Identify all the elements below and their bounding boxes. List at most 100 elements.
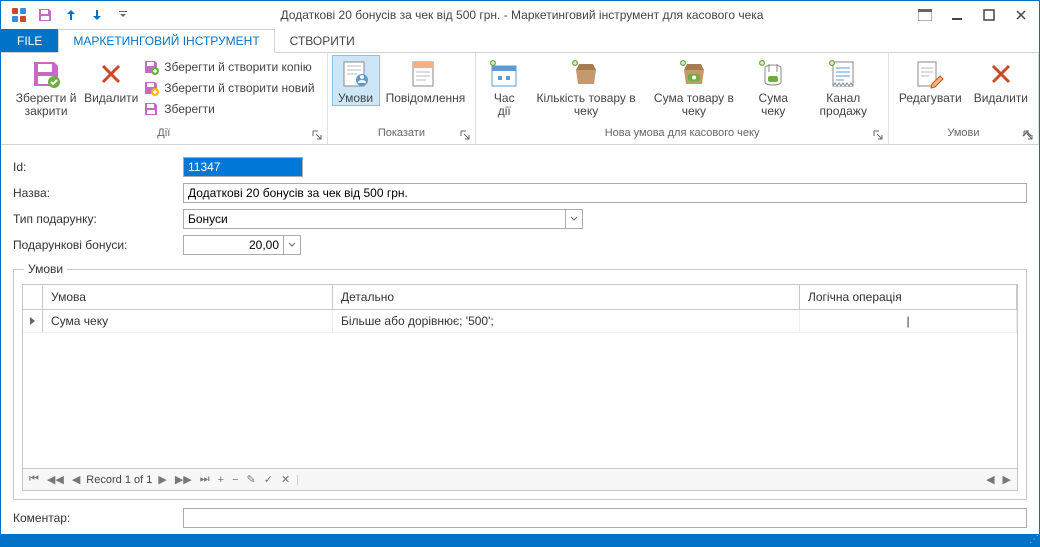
save-copy-label: Зберегти й створити копію bbox=[164, 60, 312, 74]
delete-button[interactable]: Видалити bbox=[87, 55, 135, 105]
ribbon-group-actions: Зберегти й закрити Видалити Зберегти й с… bbox=[1, 53, 328, 144]
ribbon-group-conditions-label: Умови bbox=[947, 127, 979, 139]
conditions-label: Умови bbox=[338, 92, 373, 105]
nav-prev-icon[interactable]: ◀ bbox=[70, 473, 82, 486]
nav-edit-icon[interactable]: ✎ bbox=[245, 473, 258, 486]
conditions-groupbox-title: Умови bbox=[24, 262, 67, 276]
quantity-button[interactable]: Кількість товару в чеку bbox=[528, 55, 644, 118]
nav-add-icon[interactable]: + bbox=[216, 474, 226, 486]
id-field[interactable] bbox=[183, 157, 303, 177]
save-icon[interactable] bbox=[35, 5, 55, 25]
ribbon-tabs: FILE МАРКЕТИНГОВИЙ ІНСТРУМЕНТ СТВОРИТИ bbox=[1, 29, 1039, 53]
ribbon-group-new-condition-label: Нова умова для касового чеку bbox=[605, 127, 760, 139]
window-title: Додаткові 20 бонусів за чек від 500 грн.… bbox=[133, 8, 911, 22]
cell-condition[interactable]: Сума чеку bbox=[43, 310, 333, 332]
nav-first-icon[interactable]: ⏮ bbox=[27, 473, 41, 486]
ribbon-display-options-icon[interactable] bbox=[911, 4, 939, 26]
ribbon-group-show: Умови Повідомлення Показати bbox=[328, 53, 477, 144]
dialog-launcher-icon[interactable] bbox=[460, 130, 472, 142]
gift-type-label: Тип подарунку: bbox=[13, 212, 183, 226]
save-new-button[interactable]: Зберегти й створити новий bbox=[139, 78, 318, 98]
cond-delete-button[interactable]: Видалити bbox=[968, 55, 1034, 105]
save-new-label: Зберегти й створити новий bbox=[164, 81, 314, 95]
dialog-launcher-icon[interactable] bbox=[312, 130, 324, 142]
nav-accept-icon[interactable]: ✓ bbox=[262, 473, 275, 486]
table-row[interactable]: Сума чеку Більше або дорівнює; '500'; | bbox=[23, 310, 1017, 333]
nav-record-text: Record 1 of 1 bbox=[86, 474, 152, 486]
comment-field[interactable] bbox=[183, 508, 1027, 528]
sum-item-button[interactable]: Сума товару в чеку bbox=[644, 55, 744, 118]
nav-next-page-icon[interactable]: ▶▶ bbox=[173, 473, 194, 486]
nav-scroll-right-icon[interactable]: ▶ bbox=[1001, 473, 1013, 486]
ribbon: Зберегти й закрити Видалити Зберегти й с… bbox=[1, 53, 1039, 145]
save-button[interactable]: Зберегти bbox=[139, 99, 318, 119]
chevron-down-icon[interactable] bbox=[283, 235, 301, 255]
time-label: Час дії bbox=[486, 92, 522, 118]
save-close-label: Зберегти й закрити bbox=[16, 91, 77, 118]
ribbon-group-conditions: Редагувати Видалити Умови bbox=[889, 53, 1039, 144]
notification-label: Повідомлення bbox=[386, 92, 466, 105]
channel-label: Канал продажу bbox=[820, 91, 867, 118]
titlebar: Додаткові 20 бонусів за чек від 500 грн.… bbox=[1, 1, 1039, 29]
gift-bonus-field[interactable] bbox=[183, 235, 283, 255]
gift-type-combo[interactable] bbox=[183, 209, 583, 229]
quick-access-toolbar bbox=[5, 5, 133, 25]
nav-last-icon[interactable]: ⏭ bbox=[198, 473, 212, 486]
close-button[interactable] bbox=[1007, 4, 1035, 26]
nav-remove-icon[interactable]: − bbox=[230, 474, 240, 486]
resize-grip-icon[interactable]: ⋰ bbox=[1029, 536, 1037, 544]
arrow-down-icon[interactable] bbox=[87, 5, 107, 25]
time-button[interactable]: Час дії bbox=[480, 55, 528, 118]
file-tab[interactable]: FILE bbox=[1, 29, 58, 52]
cell-operation[interactable]: | bbox=[800, 310, 1017, 332]
grid-col-condition[interactable]: Умова bbox=[43, 285, 333, 309]
delete-label: Видалити bbox=[84, 92, 138, 105]
gift-type-input[interactable] bbox=[183, 209, 565, 229]
name-label: Назва: bbox=[13, 186, 183, 200]
conditions-grid[interactable]: Умова Детально Логічна операція Сума чек… bbox=[22, 284, 1018, 469]
edit-label: Редагувати bbox=[899, 92, 962, 105]
quantity-label: Кількість товару в чеку bbox=[537, 91, 636, 118]
cond-delete-label: Видалити bbox=[974, 92, 1028, 105]
ribbon-group-show-label: Показати bbox=[378, 127, 425, 139]
statusbar: ⋰ bbox=[1, 534, 1039, 546]
edit-button[interactable]: Редагувати bbox=[893, 55, 968, 105]
maximize-button[interactable] bbox=[975, 4, 1003, 26]
nav-scroll-left-icon[interactable]: ◀ bbox=[984, 473, 996, 486]
arrow-up-icon[interactable] bbox=[61, 5, 81, 25]
window: Додаткові 20 бонусів за чек від 500 грн.… bbox=[0, 0, 1040, 547]
cell-detail[interactable]: Більше або дорівнює; '500'; bbox=[333, 310, 800, 332]
qat-app-icon[interactable] bbox=[9, 5, 29, 25]
nav-prev-page-icon[interactable]: ◀◀ bbox=[45, 473, 66, 486]
name-field[interactable] bbox=[183, 183, 1027, 203]
save-copy-button[interactable]: Зберегти й створити копію bbox=[139, 57, 318, 77]
collapse-ribbon-icon[interactable] bbox=[1021, 128, 1033, 140]
nav-next-icon[interactable]: ▶ bbox=[156, 473, 168, 486]
record-navigator: ⏮ ◀◀ ◀ Record 1 of 1 ▶ ▶▶ ⏭ + − ✎ ✓ ✕ | … bbox=[22, 469, 1018, 491]
chevron-down-icon[interactable] bbox=[565, 209, 583, 229]
conditions-button[interactable]: Умови bbox=[332, 55, 380, 106]
minimize-button[interactable] bbox=[943, 4, 971, 26]
grid-header: Умова Детально Логічна операція bbox=[23, 285, 1017, 310]
dialog-launcher-icon[interactable] bbox=[873, 130, 885, 142]
grid-body[interactable]: Сума чеку Більше або дорівнює; '500'; | bbox=[23, 310, 1017, 468]
notification-button[interactable]: Повідомлення bbox=[380, 55, 472, 105]
ribbon-group-new-condition: Час дії Кількість товару в чеку Сума тов… bbox=[476, 53, 889, 144]
ribbon-group-actions-label: Дії bbox=[157, 127, 170, 139]
id-label: Id: bbox=[13, 160, 183, 174]
tab-create[interactable]: СТВОРИТИ bbox=[275, 29, 370, 52]
sum-item-label: Сума товару в чеку bbox=[654, 91, 734, 118]
save-close-button[interactable]: Зберегти й закрити bbox=[5, 55, 87, 118]
window-controls bbox=[911, 4, 1035, 26]
channel-button[interactable]: Канал продажу bbox=[803, 55, 884, 118]
grid-col-detail[interactable]: Детально bbox=[333, 285, 800, 309]
sum-check-button[interactable]: Сума чеку bbox=[744, 55, 803, 118]
nav-cancel-icon[interactable]: ✕ bbox=[279, 473, 292, 486]
tab-marketing-tool[interactable]: МАРКЕТИНГОВИЙ ІНСТРУМЕНТ bbox=[58, 29, 274, 53]
grid-col-operation[interactable]: Логічна операція bbox=[800, 285, 1017, 309]
qat-customize-icon[interactable] bbox=[113, 5, 133, 25]
sum-check-label: Сума чеку bbox=[750, 92, 797, 118]
form-area: Id: Назва: Тип подарунку: Подарункові бо… bbox=[1, 145, 1039, 534]
save-label: Зберегти bbox=[164, 102, 215, 116]
comment-label: Коментар: bbox=[13, 511, 183, 525]
